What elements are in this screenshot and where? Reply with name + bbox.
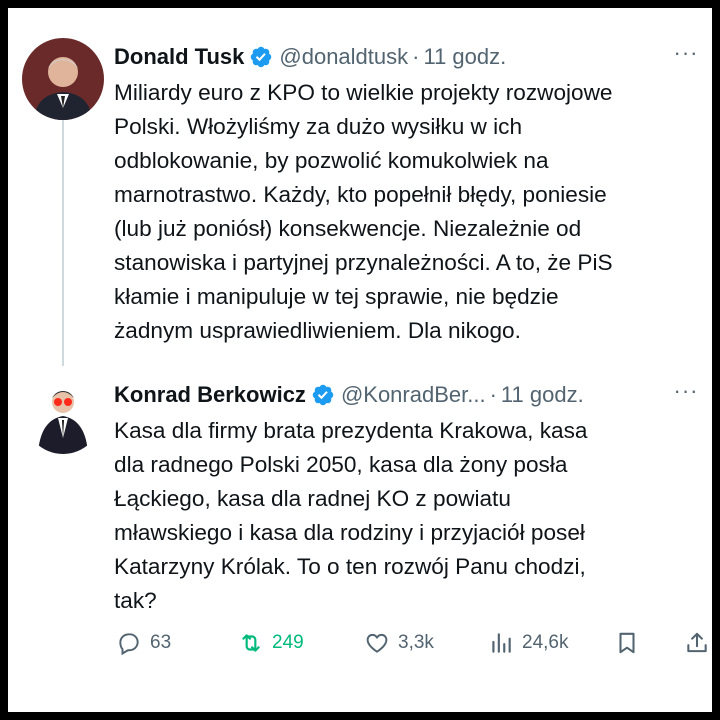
verified-badge-icon [249,45,273,69]
tweet-header: Konrad Berkowicz @KonradBer... · 11 godz… [114,378,584,412]
more-icon[interactable]: ··· [672,42,700,66]
action-bar: 63 249 3,3k 24,6k [114,628,710,658]
repost-icon [242,634,260,652]
timestamp[interactable]: 11 godz. [501,382,584,408]
repost-button[interactable]: 249 [238,628,304,658]
tweet-text-line: odblokowanie, by pozwolić komukolwiek na [114,148,549,173]
repost-count: 249 [272,632,304,653]
reply-button[interactable]: 63 [116,628,171,658]
tweet-text-line: kłamie i manipuluje w tej sprawie, nie b… [114,284,559,309]
more-icon[interactable]: ··· [672,380,700,404]
author-handle[interactable]: @KonradBer... [341,382,486,408]
reply-icon [119,633,139,656]
tweet-text-line: marnotrastwo. Każdy, kto popełnił błędy,… [114,182,607,207]
tweet-text-line: Łąckiego, kasa dla radnej KO z powiatu [114,486,511,511]
author-handle[interactable]: @donaldtusk [279,44,408,70]
timestamp[interactable]: 11 godz. [423,44,506,70]
tweet-text-line: Katarzyny Królak. To o ten rozwój Panu c… [114,554,586,579]
verified-badge-icon [311,383,335,407]
like-icon [366,633,388,653]
avatar-image-donald-tusk [22,38,104,120]
tweet-text: Miliardy euro z KPO to wielkie projekty … [114,76,704,348]
views-count: 24,6k [522,632,569,653]
separator-dot: · [489,382,497,407]
tweet-text-line: mławskiego i kasa dla rodziny i przyjaci… [114,520,585,545]
thread-connector-line [62,118,64,366]
avatar[interactable] [24,376,102,454]
tweet-header: Donald Tusk @donaldtusk · 11 godz. [114,40,506,74]
tweet-text-line: stanowiska i partyjnej przynależności. A… [114,250,613,275]
bookmark-icon [619,632,635,654]
tweet-text-line: Miliardy euro z KPO to wielkie projekty … [114,80,613,105]
tweet-text-line: Kasa dla firmy brata prezydenta Krakowa,… [114,418,588,443]
author-name[interactable]: Konrad Berkowicz [114,382,306,408]
tweet-text-line: żadnym usprawiedliwieniem. Dla nikogo. [114,318,521,343]
like-count: 3,3k [398,632,434,653]
tweet-text-line: tak? [114,588,157,613]
tweet-text: Kasa dla firmy brata prezydenta Krakowa,… [114,414,704,618]
bookmark-button[interactable] [614,628,648,658]
tweet-text-line: dla radnego Polski 2050, kasa dla żony p… [114,452,568,477]
separator-dot: · [412,44,420,69]
tweet-text-line: Polski. Włożyliśmy za dużo wysiłku w ich [114,114,523,139]
like-button[interactable]: 3,3k [364,628,434,658]
avatar[interactable] [22,38,104,120]
tweet-text-line: (lub już poniósł) konsekwencje. Niezależ… [114,216,582,241]
avatar-image-konrad-berkowicz [24,376,102,454]
share-icon [687,632,707,653]
reply-count: 63 [150,632,172,653]
views-button[interactable]: 24,6k [488,628,568,658]
tweet-card: Donald Tusk @donaldtusk · 11 godz. ··· M… [8,8,712,712]
views-icon [492,633,511,653]
share-button[interactable] [684,628,718,658]
author-name[interactable]: Donald Tusk [114,44,244,70]
